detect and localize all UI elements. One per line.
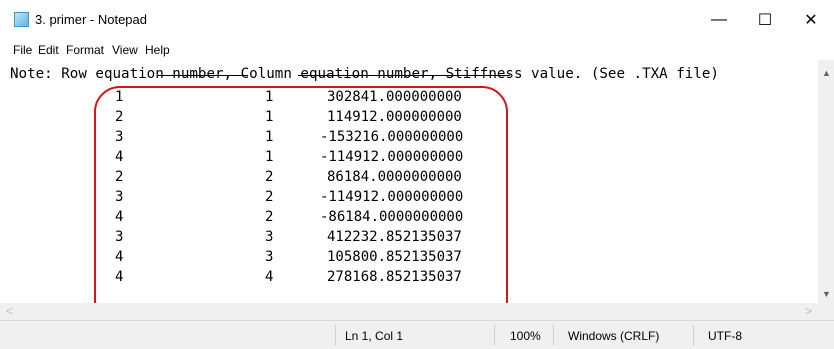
encoding: UTF-8: [708, 329, 742, 343]
line-ending: Windows (CRLF): [568, 329, 660, 343]
status-divider: [335, 325, 336, 345]
menu-bar: File Edit Format View Help: [0, 40, 834, 60]
close-button[interactable]: ✕: [788, 0, 834, 40]
minimize-button[interactable]: —: [696, 0, 742, 40]
status-bar: Ln 1, Col 1 100% Windows (CRLF) UTF-8: [0, 320, 834, 349]
status-divider: [693, 325, 694, 345]
menu-edit[interactable]: Edit: [38, 43, 59, 57]
scroll-left-icon[interactable]: <: [6, 304, 13, 318]
vertical-scrollbar[interactable]: ▲ ▼: [818, 60, 834, 303]
maximize-button[interactable]: ☐: [742, 0, 788, 40]
menu-view[interactable]: View: [112, 43, 138, 57]
minimize-icon: —: [711, 11, 727, 28]
close-icon: ✕: [804, 12, 818, 29]
text-editor[interactable]: Note: Row equation number, Column equati…: [0, 60, 818, 327]
strike-mark: [158, 75, 248, 76]
horizontal-scrollbar[interactable]: < >: [0, 303, 818, 320]
zoom-level: 100%: [510, 329, 541, 343]
status-divider: [494, 325, 495, 345]
scroll-up-icon[interactable]: ▲: [822, 68, 831, 78]
title-bar: 3. primer - Notepad — ☐ ✕: [0, 0, 834, 40]
menu-file[interactable]: File: [13, 43, 32, 57]
red-highlight-oval: [94, 86, 508, 327]
menu-help[interactable]: Help: [145, 43, 170, 57]
cursor-position: Ln 1, Col 1: [345, 329, 404, 343]
scrollbar-corner: [818, 303, 834, 320]
menu-format[interactable]: Format: [66, 43, 104, 57]
status-divider: [553, 325, 554, 345]
note-line: Note: Row equation number, Column equati…: [10, 66, 719, 82]
scroll-right-icon[interactable]: >: [805, 304, 812, 318]
notepad-icon: [14, 12, 29, 27]
maximize-icon: ☐: [757, 12, 773, 29]
strike-mark: [298, 75, 510, 76]
scroll-down-icon[interactable]: ▼: [822, 289, 831, 299]
window-title: 3. primer - Notepad: [35, 12, 147, 27]
